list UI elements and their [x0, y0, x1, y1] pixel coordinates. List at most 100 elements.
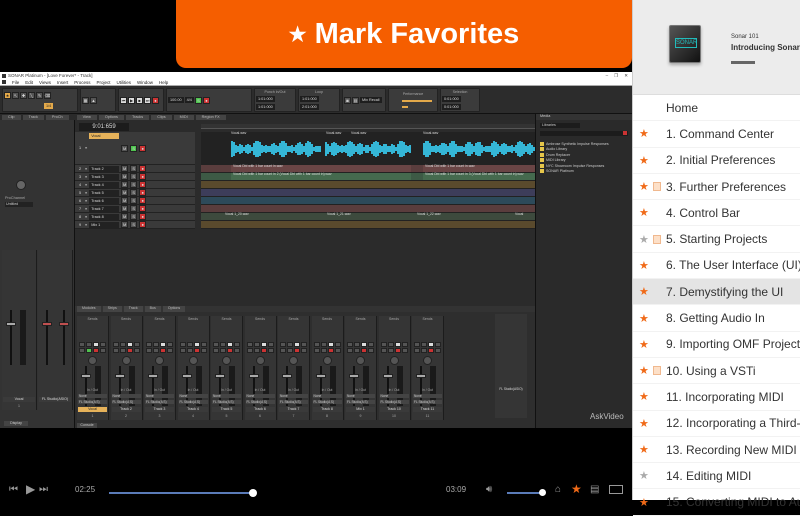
favorite-star-icon[interactable]: ★ — [639, 496, 649, 509]
mute-button[interactable] — [112, 348, 119, 353]
lesson-item[interactable]: ★ 2. Initial Preferences — [633, 148, 800, 174]
solo-button[interactable] — [253, 348, 260, 353]
tab-tracks[interactable]: Tracks — [125, 114, 150, 120]
solo-button[interactable]: S — [130, 205, 138, 212]
strip-name[interactable]: Track 8 — [312, 407, 342, 412]
stop-button[interactable]: ■ — [136, 96, 143, 104]
tab-view[interactable]: View — [76, 114, 97, 120]
rewind-button[interactable]: ⏮ — [120, 96, 127, 104]
console-tab-strips[interactable]: Strips — [102, 306, 122, 312]
arm-button[interactable]: ● — [139, 181, 147, 188]
favorite-star-icon[interactable]: ★ — [639, 417, 649, 430]
solo-button[interactable]: S — [130, 144, 138, 152]
solo-button[interactable] — [354, 348, 360, 353]
camera-icon[interactable]: ◙ — [344, 96, 351, 104]
lesson-item[interactable]: ★ 13. Recording New MIDI — [633, 437, 800, 464]
solo-button[interactable] — [220, 348, 226, 353]
punch-in-field[interactable]: 1:01:000 — [256, 95, 275, 102]
arm-button[interactable]: ● — [139, 197, 147, 204]
arm-button[interactable] — [394, 348, 401, 353]
pan-knob[interactable] — [289, 356, 298, 365]
favorite-star-icon[interactable]: ★ — [571, 482, 582, 496]
output-select[interactable]: FL Studio(A S) — [212, 400, 241, 404]
track-lane[interactable]: Vocal Dbl with 1 bar count in 2 (Vocal D… — [201, 172, 535, 181]
tab-midi[interactable]: MIDI — [173, 114, 194, 120]
clear-search-icon[interactable] — [623, 131, 627, 135]
favorite-star-icon[interactable]: ★ — [639, 180, 649, 193]
favorite-star-icon[interactable]: ★ — [639, 285, 649, 298]
arm-button[interactable]: ● — [202, 96, 210, 104]
lesson-item[interactable]: Home — [633, 95, 800, 122]
mute-button[interactable] — [179, 348, 186, 353]
output-select[interactable]: FL Studio(A S) — [145, 400, 174, 404]
strip-name[interactable]: Track 3 — [145, 407, 174, 412]
solo-button[interactable]: S — [130, 189, 138, 196]
menu-project[interactable]: Project — [97, 80, 111, 85]
lesson-item[interactable]: ★ 8. Getting Audio In — [633, 305, 800, 332]
solo-button[interactable]: S — [194, 96, 202, 104]
arm-button[interactable] — [361, 348, 367, 353]
marker-button[interactable]: ▲ — [90, 96, 97, 104]
volume-fader[interactable] — [215, 374, 225, 378]
tool-move[interactable]: ✚ — [20, 91, 27, 99]
tool-edit[interactable]: ╲ — [28, 91, 35, 99]
track-header[interactable]: 6 ≡ Track 6 M S ● — [75, 197, 195, 205]
track-header[interactable]: 2 ≡ Track 2 M S ● — [75, 165, 195, 173]
play-button[interactable]: ▶ — [128, 96, 135, 104]
favorite-star-icon[interactable]: ★ — [639, 206, 649, 219]
track-name[interactable]: Track 7 — [89, 205, 120, 212]
browser-tab-media[interactable]: Media — [536, 114, 632, 120]
output-select[interactable]: FL Studio(A S) — [245, 400, 275, 404]
track-header[interactable]: 8 ≡ Track 8 M S ● — [75, 213, 195, 221]
arm-button[interactable] — [227, 348, 233, 353]
tab-clips[interactable]: Clips — [151, 114, 172, 120]
output-select[interactable]: FL Studio(A S) — [178, 400, 208, 404]
track-lane[interactable] — [201, 181, 535, 189]
strip-name[interactable]: Vocal — [78, 407, 107, 412]
input-select[interactable]: None — [212, 394, 241, 398]
audio-clip[interactable]: Vocal Dbl with 1 bar count in 3 (Vocal D… — [423, 172, 535, 180]
track-lane[interactable]: Vocal.wav Vocal.wav Vocal.wav Vocal.wav — [201, 131, 535, 165]
audio-clip[interactable]: Vocal 1_20.wav — [223, 212, 319, 220]
solo-button[interactable] — [153, 348, 159, 353]
track-lane[interactable] — [201, 197, 535, 205]
strip-name[interactable]: Track 4 — [178, 407, 208, 412]
track-header[interactable]: 4 ≡ Track 4 M S ● — [75, 181, 195, 189]
arm-button[interactable]: ● — [139, 144, 147, 152]
mute-button[interactable] — [280, 348, 286, 353]
close-icon[interactable]: ✕ — [624, 73, 628, 79]
favorite-star-icon[interactable]: ★ — [639, 127, 649, 140]
browser-search[interactable] — [540, 131, 628, 136]
solo-button[interactable] — [421, 348, 427, 353]
mute-button[interactable] — [313, 348, 320, 353]
fullscreen-icon[interactable] — [609, 484, 623, 494]
strip-name[interactable]: Track 10 — [379, 407, 409, 412]
audio-clip[interactable]: Vocal Dbl with 1 bar count in.wav — [423, 164, 535, 172]
input-select[interactable]: None — [145, 394, 174, 398]
volume-fader[interactable] — [81, 374, 91, 378]
menu-insert[interactable]: Insert — [57, 80, 68, 85]
arm-button[interactable]: ● — [139, 173, 147, 180]
mute-button[interactable]: M — [121, 205, 129, 212]
notes-icon[interactable]: ▤ — [590, 484, 599, 495]
track-name[interactable]: Track 3 — [89, 173, 120, 180]
mute-button[interactable]: M — [121, 189, 129, 196]
master-fader[interactable] — [42, 322, 52, 326]
pan-knob[interactable] — [389, 356, 399, 365]
snap-grid-button[interactable]: ▦ — [82, 96, 89, 104]
volume-fader[interactable] — [148, 374, 158, 378]
favorite-star-icon[interactable]: ★ — [639, 469, 649, 482]
favorite-star-icon[interactable]: ★ — [639, 390, 649, 403]
play-icon[interactable]: ▶ — [26, 482, 35, 496]
mute-button[interactable] — [380, 348, 387, 353]
lesson-item[interactable]: ★ 5. Starting Projects — [633, 226, 800, 253]
timeline-ruler[interactable] — [201, 124, 535, 129]
lesson-item[interactable]: ★ 4. Control Bar — [633, 200, 800, 227]
solo-button[interactable]: S — [130, 181, 138, 188]
console-tab-modules[interactable]: Modules — [77, 306, 101, 312]
arm-button[interactable] — [260, 348, 267, 353]
strip-name[interactable]: Mix 1 — [346, 407, 375, 412]
volume-fader[interactable] — [382, 374, 393, 378]
solo-button[interactable]: S — [130, 221, 138, 228]
solo-button[interactable] — [86, 348, 92, 353]
